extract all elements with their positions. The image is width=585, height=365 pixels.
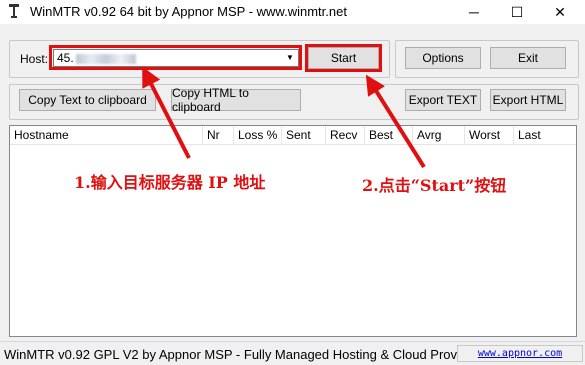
column-last[interactable]: Last	[514, 126, 576, 144]
results-table[interactable]: Hostname Nr Loss % Sent Recv Best Avrg W…	[9, 125, 577, 337]
column-sent[interactable]: Sent	[282, 126, 326, 144]
status-text: WinMTR v0.92 GPL V2 by Appnor MSP - Full…	[4, 347, 458, 362]
status-bar: WinMTR v0.92 GPL V2 by Appnor MSP - Full…	[0, 341, 585, 365]
options-button[interactable]: Options	[405, 47, 481, 69]
app-icon	[9, 4, 19, 18]
host-highlight-box	[49, 45, 302, 70]
title-bar: WinMTR v0.92 64 bit by Appnor MSP - www.…	[0, 0, 585, 24]
appnor-link[interactable]: www.appnor.com	[457, 345, 583, 362]
column-loss[interactable]: Loss %	[234, 126, 282, 144]
exit-button[interactable]: Exit	[490, 47, 566, 69]
copy-text-button[interactable]: Copy Text to clipboard	[19, 89, 156, 111]
export-html-button[interactable]: Export HTML	[490, 89, 566, 111]
export-text-button[interactable]: Export TEXT	[405, 89, 481, 111]
annotation-step1: 1.输入目标服务器 IP 地址	[74, 173, 266, 192]
start-highlight-box	[305, 44, 382, 72]
column-recv[interactable]: Recv	[326, 126, 365, 144]
column-avrg[interactable]: Avrg	[413, 126, 465, 144]
column-worst[interactable]: Worst	[465, 126, 514, 144]
column-hostname[interactable]: Hostname	[10, 126, 203, 144]
maximize-button[interactable]: ☐	[497, 0, 537, 24]
window-title: WinMTR v0.92 64 bit by Appnor MSP - www.…	[30, 4, 347, 19]
column-nr[interactable]: Nr	[203, 126, 234, 144]
host-label: Host:	[20, 52, 49, 66]
column-best[interactable]: Best	[365, 126, 413, 144]
minimize-button[interactable]: ─	[454, 0, 494, 24]
copy-html-button[interactable]: Copy HTML to clipboard	[171, 86, 301, 114]
annotation-step2: 2.点击“Start”按钮	[362, 176, 507, 195]
close-button[interactable]: ✕	[540, 0, 580, 24]
table-header: Hostname Nr Loss % Sent Recv Best Avrg W…	[10, 126, 576, 145]
